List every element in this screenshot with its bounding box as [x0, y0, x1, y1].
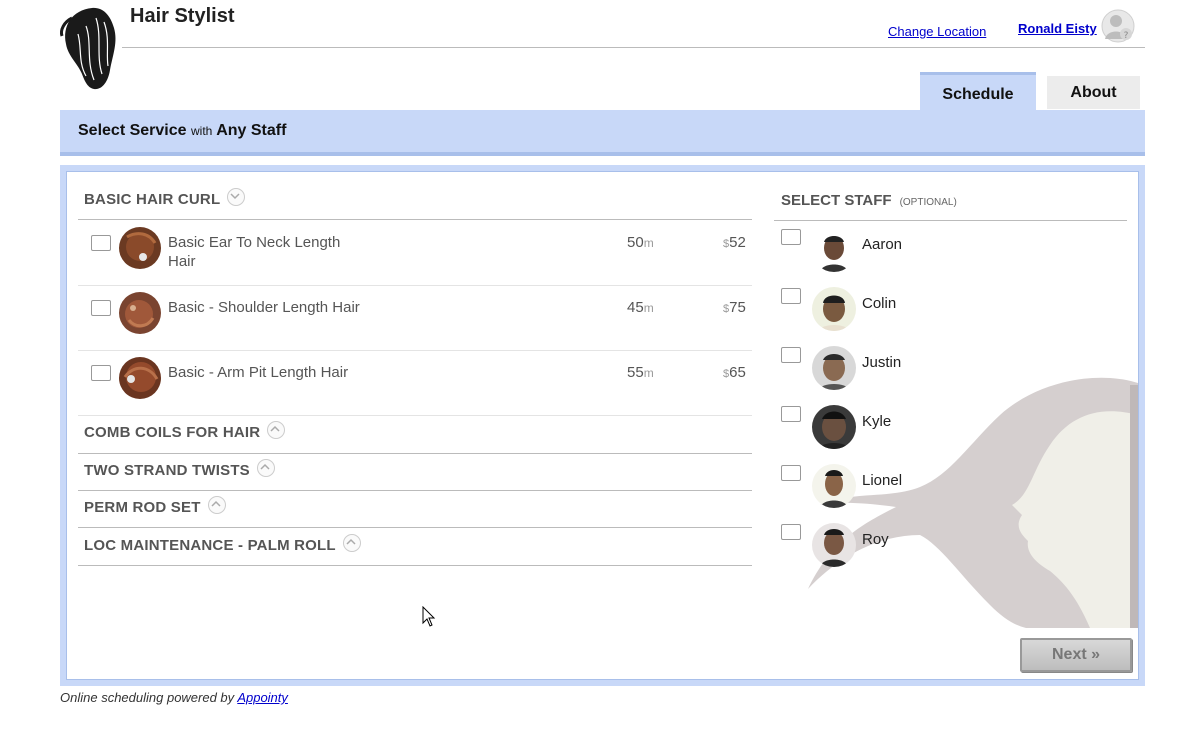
chevron-up-icon[interactable] [342, 534, 361, 553]
staff-checkbox[interactable] [781, 524, 801, 540]
divider [78, 490, 752, 491]
service-bar-with: with [190, 124, 213, 138]
staff-checkbox[interactable] [781, 406, 801, 422]
staff-avatar [812, 346, 856, 390]
service-name: Basic - Arm Pit Length Hair [168, 364, 349, 381]
service-selection-bar: Select Service with Any Staff [60, 110, 1145, 156]
chevron-up-icon[interactable] [256, 459, 275, 478]
category-basic-hair-curl[interactable]: BASIC HAIR CURL [84, 188, 246, 209]
service-bar-staff: Any Staff [216, 122, 287, 139]
divider [78, 219, 752, 220]
service-checkbox[interactable] [91, 235, 111, 251]
category-label: COMB COILS FOR HAIR [84, 424, 261, 441]
next-button[interactable]: Next » [1020, 638, 1132, 672]
divider [78, 415, 752, 416]
service-bar-prefix: Select Service [78, 122, 187, 139]
tab-schedule[interactable]: Schedule [920, 72, 1036, 111]
divider [78, 565, 752, 566]
staff-checkbox[interactable] [781, 347, 801, 363]
hair-stylist-logo [58, 4, 122, 90]
service-hairstyle-photo [119, 227, 161, 269]
divider [78, 453, 752, 454]
staff-name: Aaron [862, 236, 903, 253]
service-checkbox[interactable] [91, 300, 111, 316]
service-price: $52 [723, 234, 746, 251]
divider [78, 285, 752, 286]
divider [78, 527, 752, 528]
staff-checkbox[interactable] [781, 229, 801, 245]
chevron-up-icon[interactable] [207, 496, 226, 515]
divider [774, 220, 1127, 221]
staff-avatar [812, 523, 856, 567]
staff-name: Kyle [862, 413, 892, 430]
staff-avatar [812, 464, 856, 508]
change-location-link[interactable]: Change Location [888, 24, 986, 39]
footer-text: Online scheduling powered by [60, 690, 235, 705]
select-staff-heading: SELECT STAFF (OPTIONAL) [781, 192, 957, 209]
category-label: TWO STRAND TWISTS [84, 462, 250, 479]
service-duration: 50m [627, 234, 654, 251]
category-label: BASIC HAIR CURL [84, 191, 221, 208]
category-comb-coils[interactable]: COMB COILS FOR HAIR [84, 421, 286, 442]
staff-name: Colin [862, 295, 897, 312]
service-hairstyle-photo [119, 292, 161, 334]
service-checkbox[interactable] [91, 365, 111, 381]
chevron-up-icon[interactable] [267, 421, 286, 440]
category-perm-rod-set[interactable]: PERM ROD SET [84, 496, 226, 517]
divider [78, 350, 752, 351]
service-bar-title: Select Service with Any Staff [78, 122, 286, 140]
service-price: $65 [723, 364, 746, 381]
staff-name: Justin [862, 354, 902, 371]
footer: Online scheduling powered by Appointy [60, 690, 288, 705]
staff-checkbox[interactable] [781, 465, 801, 481]
user-avatar-icon[interactable]: ? [1101, 9, 1135, 43]
chevron-down-icon[interactable] [227, 188, 246, 207]
staff-avatar [812, 405, 856, 449]
service-hairstyle-photo [119, 357, 161, 399]
staff-avatar [812, 287, 856, 331]
staff-avatar [812, 228, 856, 272]
service-name: Basic Ear To Neck Length Hair [168, 234, 341, 270]
category-two-strand-twists[interactable]: TWO STRAND TWISTS [84, 459, 275, 480]
header-divider [122, 47, 1145, 48]
tab-about[interactable]: About [1047, 76, 1140, 109]
service-duration: 45m [627, 299, 654, 316]
svg-text:?: ? [1124, 31, 1129, 41]
service-price: $75 [723, 299, 746, 316]
category-loc-maintenance[interactable]: LOC MAINTENANCE - PALM ROLL [84, 534, 361, 555]
category-label: LOC MAINTENANCE - PALM ROLL [84, 537, 336, 554]
staff-name: Lionel [862, 472, 903, 489]
service-name: Basic - Shoulder Length Hair [168, 299, 360, 316]
mouse-pointer-icon [422, 605, 436, 633]
appointy-link[interactable]: Appointy [237, 690, 288, 705]
app-title: Hair Stylist [130, 5, 235, 27]
user-name-link[interactable]: Ronald Eisty [1018, 21, 1097, 36]
service-duration: 55m [627, 364, 654, 381]
category-label: PERM ROD SET [84, 499, 201, 516]
staff-checkbox[interactable] [781, 288, 801, 304]
staff-name: Roy [862, 531, 889, 548]
